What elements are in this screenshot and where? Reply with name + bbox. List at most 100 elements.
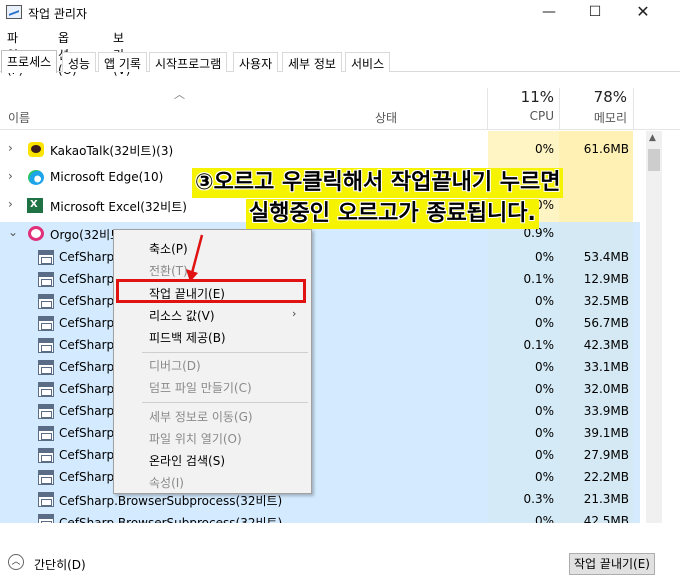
subprocess-cpu: 0% [534, 360, 554, 374]
subprocess-row[interactable]: CefSharp.B 0.1% 42.3MB [0, 334, 646, 356]
subprocess-row[interactable]: CefSharp.B 0% 33.9MB [0, 400, 646, 422]
subprocess-name: CefSharp.BrowserSubprocess(32비트) [59, 516, 283, 523]
process-name: Microsoft Edge(10) [50, 170, 164, 184]
subprocess-memory: 22.2MB [583, 470, 629, 484]
subprocess-row[interactable]: CefSharp.B 0% 39.1MB [0, 422, 646, 444]
window-app-icon [38, 338, 54, 353]
subprocess-row[interactable]: CefSharp.B 0% 33.1MB [0, 356, 646, 378]
end-task-highlight-box [116, 279, 306, 303]
subprocess-memory: 21.3MB [583, 492, 629, 506]
close-button[interactable]: ✕ [620, 0, 666, 26]
maximize-button[interactable]: ☐ [572, 0, 618, 26]
subprocess-row[interactable]: CefSharp.BrowserSubprocess(32비트) 0% 42.5… [0, 510, 646, 523]
window-app-icon [38, 294, 54, 309]
column-divider[interactable] [559, 88, 560, 130]
subprocess-cpu: 0% [534, 404, 554, 418]
tab-bar: 프로세스 성능 앱 기록 시작프로그램 사용자 세부 정보 서비스 [0, 50, 680, 73]
process-row[interactable]: › KakaoTalk(32비트)(3) 0% 61.6MB [0, 138, 646, 160]
subprocess-memory: 42.5MB [583, 514, 629, 523]
column-memory[interactable]: 메모리 [561, 109, 627, 126]
tab-startup[interactable]: 시작프로그램 [149, 52, 228, 72]
subprocess-cpu: 0.1% [523, 338, 555, 352]
process-name: Microsoft Excel(32비트) [50, 200, 187, 214]
subprocess-row[interactable]: CefSharp.B 0% 56.7MB [0, 312, 646, 334]
menu-separator [142, 352, 308, 353]
cpu-total: 11% [520, 88, 554, 106]
menu-debug: 디버그(D) [149, 359, 201, 373]
column-status[interactable]: 상태 [375, 109, 397, 126]
subprocess-memory: 56.7MB [583, 316, 629, 330]
chevron-right-icon[interactable]: › [8, 141, 13, 155]
menu-resource-values[interactable]: 리소스 값(V) [149, 307, 215, 327]
window-app-icon [38, 426, 54, 441]
subprocess-row[interactable]: CefSharp.B 0.1% 12.9MB [0, 268, 646, 290]
edge-icon [28, 170, 44, 185]
subprocess-row[interactable]: CefSharp.BrowserSubprocess(32비트) 0.3% 21… [0, 488, 646, 510]
minimize-button[interactable]: — [526, 0, 572, 26]
window-app-icon [38, 382, 54, 397]
sort-caret-icon[interactable]: ︿ [174, 86, 185, 102]
tab-services[interactable]: 서비스 [345, 52, 391, 72]
menu-feedback[interactable]: 피드백 제공(B) [149, 329, 226, 349]
annotation-line-2: 실행중인 오르고가 종료됩니다. [246, 199, 539, 229]
excel-icon [27, 198, 43, 213]
process-cpu: 0% [534, 142, 554, 156]
subprocess-cpu: 0% [534, 382, 554, 396]
subprocess-memory: 33.9MB [583, 404, 629, 418]
task-manager-icon [6, 5, 22, 19]
column-name[interactable]: 이름 [8, 109, 30, 126]
tab-performance[interactable]: 성능 [62, 52, 97, 72]
subprocess-memory: 33.1MB [583, 360, 629, 374]
subprocess-memory: 32.0MB [583, 382, 629, 396]
window-app-icon [38, 404, 54, 419]
annotation-line-1: ③오르고 우클릭해서 작업끝내기 누르면 [192, 168, 564, 198]
column-divider[interactable] [633, 88, 634, 130]
fewer-details-link[interactable]: 간단히(D) [34, 556, 86, 573]
tab-details[interactable]: 세부 정보 [282, 52, 342, 72]
kakaotalk-icon [28, 142, 44, 157]
subprocess-cpu: 0% [534, 250, 554, 264]
submenu-arrow-icon: › [292, 307, 297, 320]
end-task-button[interactable]: 작업 끝내기(E) [569, 553, 655, 575]
subprocess-memory: 42.3MB [583, 338, 629, 352]
subprocess-row[interactable]: CefSharp.B 0% 27.9MB [0, 444, 646, 466]
window-title: 작업 관리자 [28, 7, 88, 21]
chevron-down-icon[interactable]: ⌄ [8, 225, 18, 239]
chevron-right-icon[interactable]: › [8, 197, 13, 211]
subprocess-cpu: 0% [534, 294, 554, 308]
tab-users[interactable]: 사용자 [233, 52, 279, 72]
footer-bar: ︿ 간단히(D) 작업 끝내기(E) [0, 548, 680, 585]
chevron-right-icon[interactable]: › [8, 169, 13, 183]
column-header: ︿ 이름 상태 11% CPU 78% 메모리 [0, 88, 680, 130]
scroll-up-icon[interactable]: ▲ [649, 133, 656, 143]
process-name: KakaoTalk(32비트)(3) [50, 144, 174, 158]
menu-search-online[interactable]: 온라인 검색(S) [149, 452, 225, 472]
window-app-icon [38, 250, 54, 265]
subprocess-cpu: 0% [534, 448, 554, 462]
column-cpu[interactable]: CPU [488, 109, 554, 123]
subprocess-cpu: 0.3% [523, 492, 555, 506]
context-menu: 축소(P) 전환(T) 작업 끝내기(E) 리소스 값(V) › 피드백 제공(… [113, 229, 312, 494]
tab-app-history[interactable]: 앱 기록 [98, 52, 147, 72]
subprocess-cpu: 0.1% [523, 272, 555, 286]
tab-processes[interactable]: 프로세스 [1, 50, 58, 73]
subprocess-row[interactable]: CefSharp.B 0% 32.5MB [0, 290, 646, 312]
window-app-icon [38, 272, 54, 287]
subprocess-memory: 32.5MB [583, 294, 629, 308]
window-app-icon [38, 514, 54, 523]
annotation-arrow-icon [186, 234, 204, 282]
subprocess-row[interactable]: CefSharp.B 0% 22.2MB [0, 466, 646, 488]
subprocess-memory: 12.9MB [583, 272, 629, 286]
collapse-chevron-icon[interactable]: ︿ [8, 554, 24, 570]
window-app-icon [38, 470, 54, 485]
annotation-callout: ③오르고 우클릭해서 작업끝내기 누르면 실행중인 오르고가 종료됩니다. [192, 168, 670, 238]
subprocess-cpu: 0% [534, 514, 554, 523]
subprocess-row[interactable]: CefSharp.B 0% 53.4MB [0, 246, 646, 268]
subprocess-row[interactable]: CefSharp.B 0% 32.0MB [0, 378, 646, 400]
subprocess-cpu: 0% [534, 426, 554, 440]
window-app-icon [38, 316, 54, 331]
menu-properties: 속성(I) [149, 476, 184, 490]
window-app-icon [38, 492, 54, 507]
subprocess-cpu: 0% [534, 316, 554, 330]
menu-goto-details: 세부 정보로 이동(G) [149, 410, 253, 424]
